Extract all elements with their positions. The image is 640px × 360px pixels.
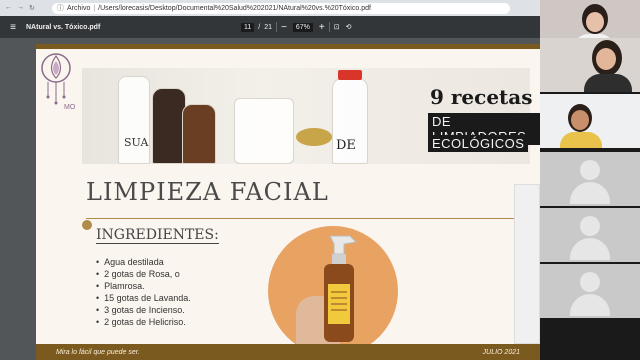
divider-rule — [86, 218, 514, 219]
pdf-toolbar: ≡ NAtural vs. Tóxico.pdf 11 / 21 − 67% +… — [0, 16, 540, 38]
zoom-out-icon[interactable]: − — [281, 22, 287, 33]
forward-icon[interactable]: → — [17, 4, 24, 12]
page-separator: / — [258, 23, 261, 31]
list-item: Agua destilada — [96, 256, 191, 268]
tag-line-2: ECOLÓGICOS — [428, 135, 529, 152]
zoom-in-icon[interactable]: + — [319, 22, 325, 33]
participant-tile[interactable] — [540, 94, 640, 148]
info-icon[interactable]: ⓘ — [57, 3, 64, 13]
participant-shirt — [584, 74, 632, 92]
participant-tile[interactable] — [540, 152, 640, 206]
url-text: /Users/lorecasis/Desktop/Documental%20Sa… — [98, 4, 371, 12]
toolbar-divider — [328, 22, 330, 32]
logo-text: MO — [64, 104, 76, 111]
list-item: 2 gotas de Helicriso. — [96, 316, 191, 328]
rotate-icon[interactable]: ⟲ — [346, 23, 352, 31]
avatar-body — [570, 182, 610, 204]
logo-icon — [41, 53, 71, 105]
pdf-file-name: NAtural vs. Tóxico.pdf — [26, 23, 101, 31]
bottle-cap — [338, 70, 362, 80]
jar-lid — [296, 128, 332, 146]
list-item: 2 gotas de Rosa, o — [96, 268, 191, 280]
recipe-heading: 9 recetas — [430, 85, 533, 109]
list-item: 3 gotas de Incienso. — [96, 304, 191, 316]
pdf-viewer[interactable]: MO SUA DE 9 recetas DE LIMPIADORES ECOLÓ… — [0, 38, 540, 360]
avatar-placeholder-icon — [580, 160, 600, 180]
jar-label: SUA — [124, 136, 149, 149]
participant-face — [571, 110, 589, 130]
jar-label: DE — [336, 138, 356, 153]
list-item: Plamrosa. — [96, 280, 191, 292]
info-label: Archivo — [67, 4, 91, 12]
back-icon[interactable]: ← — [5, 4, 12, 12]
avatar-body — [570, 294, 610, 316]
current-page-input[interactable]: 11 — [241, 22, 255, 32]
page-indicator: 11 / 21 — [241, 22, 273, 32]
slide-footer: Mira lo fácil que puede ser. JULIO 2021 — [36, 344, 540, 360]
toolbar-divider — [276, 22, 278, 32]
section-title: LIMPIEZA FACIAL — [86, 178, 329, 206]
avatar-body — [570, 238, 610, 260]
ingredients-title: INGREDIENTES: — [96, 227, 219, 244]
avatar-placeholder-icon — [580, 272, 600, 292]
spray-bottle-dark — [152, 88, 186, 164]
spray-bottle-amber — [182, 104, 216, 164]
skincare-product-image — [514, 184, 540, 344]
bullet-dot-icon — [82, 220, 92, 230]
menu-icon[interactable]: ≡ — [0, 22, 26, 33]
participant-tile[interactable] — [540, 264, 640, 318]
video-participants-panel — [540, 0, 640, 360]
ingredients-list: Agua destilada 2 gotas de Rosa, o Plamro… — [96, 256, 191, 328]
nav-controls: ← → ↻ — [0, 4, 52, 12]
reload-icon[interactable]: ↻ — [29, 4, 35, 12]
participant-tile[interactable] — [540, 208, 640, 262]
list-item: 15 gotas de Lavanda. — [96, 292, 191, 304]
spray-bottle-icon — [324, 235, 358, 342]
glass-bottle — [118, 76, 150, 164]
footer-tagline: Mira lo fácil que puede ser. — [56, 348, 140, 356]
url-field[interactable]: ⓘ Archivo | /Users/lorecasis/Desktop/Doc… — [52, 2, 510, 14]
url-separator: | — [93, 4, 96, 12]
pdf-page: MO SUA DE 9 recetas DE LIMPIADORES ECOLÓ… — [36, 44, 540, 360]
avatar-placeholder-icon — [580, 216, 600, 236]
participant-tile[interactable] — [540, 38, 640, 92]
footer-date: JULIO 2021 — [482, 348, 520, 356]
fit-page-icon[interactable]: ⊡ — [334, 23, 340, 31]
participant-shirt — [560, 132, 602, 148]
top-stripe — [36, 44, 540, 49]
total-pages: 21 — [264, 23, 273, 31]
zoom-level[interactable]: 67% — [292, 22, 313, 32]
participant-face — [586, 12, 604, 32]
mason-jar — [234, 98, 294, 164]
browser-address-bar: ← → ↻ ⓘ Archivo | /Users/lorecasis/Deskt… — [0, 0, 540, 16]
participant-face — [596, 48, 616, 70]
